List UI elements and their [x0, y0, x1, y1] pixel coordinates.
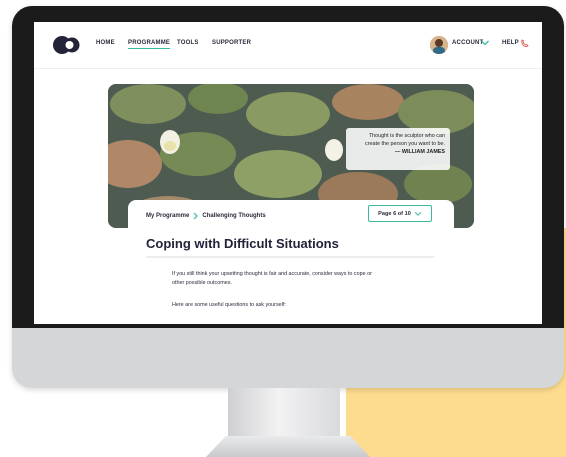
monitor: HOME PROGRAMME TOOLS SUPPORTER ACCOUNT H… [12, 6, 564, 388]
monitor-stand-base [206, 436, 370, 457]
content-card: My Programme Challenging Thoughts Page 6… [128, 200, 454, 324]
monitor-stand-neck [228, 388, 340, 436]
screen: HOME PROGRAMME TOOLS SUPPORTER ACCOUNT H… [34, 22, 542, 324]
breadcrumb-root-link[interactable]: My Programme [146, 213, 189, 219]
quote-author: — WILLIAM JAMES [394, 149, 445, 155]
nav-tools[interactable]: TOOLS [177, 40, 199, 46]
title-divider [146, 256, 434, 258]
nav-home[interactable]: HOME [96, 40, 115, 46]
paragraph-1: If you still think your upsetting though… [172, 270, 412, 288]
nav-account[interactable]: ACCOUNT [452, 40, 483, 46]
quote-box: Thought is the sculptor who can create t… [346, 128, 450, 170]
paragraph-2: Here are some useful questions to ask yo… [172, 302, 286, 308]
chevron-down-icon [414, 211, 421, 216]
chevron-down-icon[interactable] [480, 38, 490, 48]
page-indicator: Page 6 of 10 [378, 210, 411, 217]
quote-line-1: Thought is the sculptor who can [368, 133, 445, 139]
logo-icon[interactable] [52, 34, 82, 56]
page-title: Coping with Difficult Situations [146, 236, 339, 251]
top-nav: HOME PROGRAMME TOOLS SUPPORTER ACCOUNT H… [34, 22, 542, 69]
avatar-image [430, 36, 448, 54]
nav-help[interactable]: HELP [502, 40, 519, 46]
paragraph-1-line-1: If you still think your upsetting though… [172, 271, 372, 277]
breadcrumb-current: Challenging Thoughts [202, 213, 266, 219]
phone-icon[interactable] [520, 38, 530, 48]
breadcrumb: My Programme Challenging Thoughts [146, 212, 266, 220]
avatar[interactable] [430, 36, 448, 54]
chevron-right-icon [193, 212, 199, 220]
monitor-bezel: HOME PROGRAMME TOOLS SUPPORTER ACCOUNT H… [12, 6, 564, 328]
page-select[interactable]: Page 6 of 10 [368, 205, 432, 222]
nav-supporter[interactable]: SUPPORTER [212, 40, 251, 46]
nav-programme[interactable]: PROGRAMME [128, 40, 171, 49]
quote-line-2: create the person you want to be. [364, 141, 445, 147]
paragraph-1-line-2: other possible outcomes. [172, 280, 232, 286]
